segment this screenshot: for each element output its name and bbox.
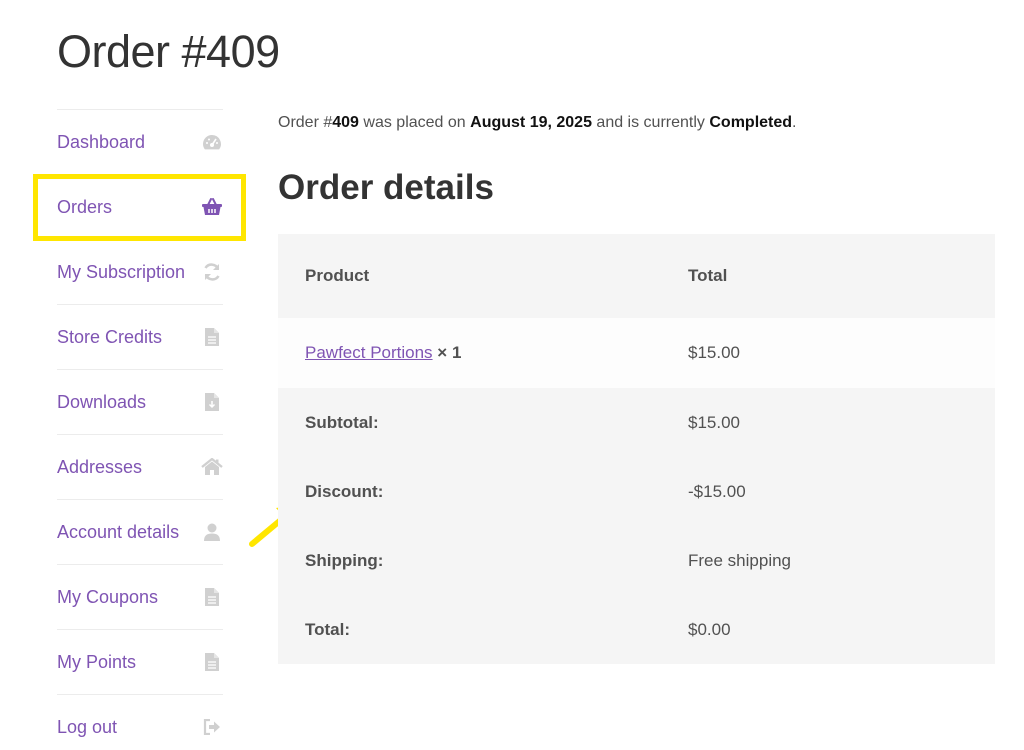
subtotal-value: $15.00 — [688, 412, 740, 432]
order-date: August 19, 2025 — [470, 114, 592, 131]
discount-value: -$15.00 — [688, 481, 746, 501]
document-icon — [201, 651, 223, 673]
nav-item-label: Log out — [57, 716, 118, 737]
nav-item-label: Downloads — [57, 391, 147, 412]
dashboard-icon — [201, 131, 223, 153]
product-quantity: × 1 — [437, 343, 462, 362]
notice-placed-text: was placed on — [358, 114, 471, 131]
nav-item-downloads[interactable]: Downloads — [57, 369, 223, 434]
nav-item-label: Store Credits — [57, 326, 163, 347]
home-icon — [201, 456, 223, 478]
order-details-title: Order details — [278, 168, 494, 207]
product-total: $15.00 — [688, 343, 740, 362]
document-icon — [201, 326, 223, 348]
logout-icon — [201, 716, 223, 738]
nav-item-store-credits[interactable]: Store Credits — [57, 304, 223, 369]
nav-item-label: My Subscription — [57, 261, 186, 282]
discount-row: Discount: -$15.00 — [278, 457, 995, 526]
nav-item-label: My Points — [57, 651, 137, 672]
nav-item-my-subscription[interactable]: My Subscription — [57, 239, 223, 304]
user-icon — [201, 521, 223, 543]
shipping-value: Free shipping — [688, 550, 792, 570]
notice-prefix: Order # — [278, 114, 333, 131]
page-title: Order #409 — [57, 26, 280, 77]
refresh-icon — [201, 261, 223, 283]
order-number: 409 — [332, 114, 359, 131]
header-total: Total — [688, 266, 728, 285]
notice-status-text: and is currently — [591, 114, 710, 131]
total-row: Total: $0.00 — [278, 595, 995, 664]
nav-item-dashboard[interactable]: Dashboard — [57, 109, 223, 174]
file-download-icon — [201, 391, 223, 413]
subtotal-label: Subtotal: — [305, 412, 379, 432]
subtotal-row: Subtotal: $15.00 — [278, 388, 995, 457]
order-status-notice: Order #409 was placed on August 19, 2025… — [278, 114, 796, 132]
total-value: $0.00 — [688, 619, 731, 639]
nav-item-label: Addresses — [57, 456, 143, 477]
nav-item-label: Account details — [57, 521, 180, 542]
nav-item-label: My Coupons — [57, 586, 159, 607]
nav-item-label: Dashboard — [57, 131, 146, 152]
order-details-table: Product Total Pawfect Portions × 1 $15.0… — [278, 234, 995, 664]
document-icon — [201, 586, 223, 608]
notice-suffix: . — [792, 114, 797, 131]
discount-label: Discount: — [305, 481, 384, 501]
nav-item-my-coupons[interactable]: My Coupons — [57, 564, 223, 629]
nav-item-addresses[interactable]: Addresses — [57, 434, 223, 499]
product-cell: Pawfect Portions × 1 — [278, 343, 688, 363]
product-link[interactable]: Pawfect Portions — [305, 343, 433, 362]
nav-item-account-details[interactable]: Account details — [57, 499, 223, 564]
total-label: Total: — [305, 619, 351, 639]
nav-item-my-points[interactable]: My Points — [57, 629, 223, 694]
shipping-label: Shipping: — [305, 550, 384, 570]
nav-item-log-out[interactable]: Log out — [57, 694, 223, 750]
table-header-row: Product Total — [278, 234, 995, 318]
order-status: Completed — [709, 114, 793, 131]
shipping-row: Shipping: Free shipping — [278, 526, 995, 595]
header-product: Product — [305, 266, 370, 285]
highlight-box — [33, 174, 246, 241]
table-row: Pawfect Portions × 1 $15.00 — [278, 318, 995, 388]
